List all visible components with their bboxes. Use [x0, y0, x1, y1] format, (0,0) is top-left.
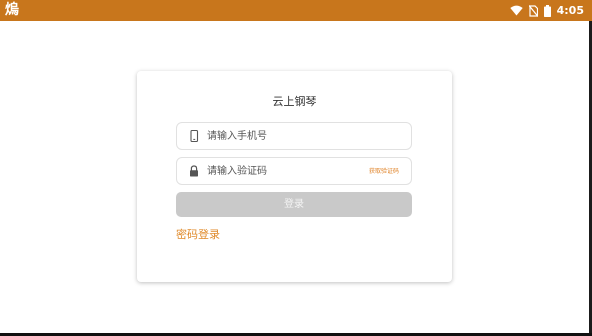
phone-input[interactable] — [207, 129, 357, 144]
verification-code-field[interactable]: 获取验证码 — [176, 157, 412, 185]
lock-icon — [190, 165, 198, 177]
phone-icon — [190, 130, 199, 142]
app-title: 云上钢琴 — [272, 95, 317, 108]
phone-field[interactable] — [176, 122, 412, 150]
login-card: 云上钢琴 获取验证码 登录 密码登录 — [137, 71, 452, 282]
password-login-link[interactable]: 密码登录 — [176, 228, 220, 242]
status-app-glyph: 熓 — [5, 2, 19, 18]
login-button[interactable]: 登录 — [176, 192, 412, 217]
battery-icon — [543, 4, 551, 17]
wifi-icon — [509, 5, 523, 16]
verification-code-input[interactable] — [207, 164, 357, 179]
status-bar: 熓 4:05 — [0, 0, 592, 21]
no-sim-icon — [528, 4, 538, 17]
get-code-button[interactable]: 获取验证码 — [369, 167, 399, 176]
status-icons: 4:05 — [509, 3, 584, 18]
status-time: 4:05 — [556, 4, 584, 17]
